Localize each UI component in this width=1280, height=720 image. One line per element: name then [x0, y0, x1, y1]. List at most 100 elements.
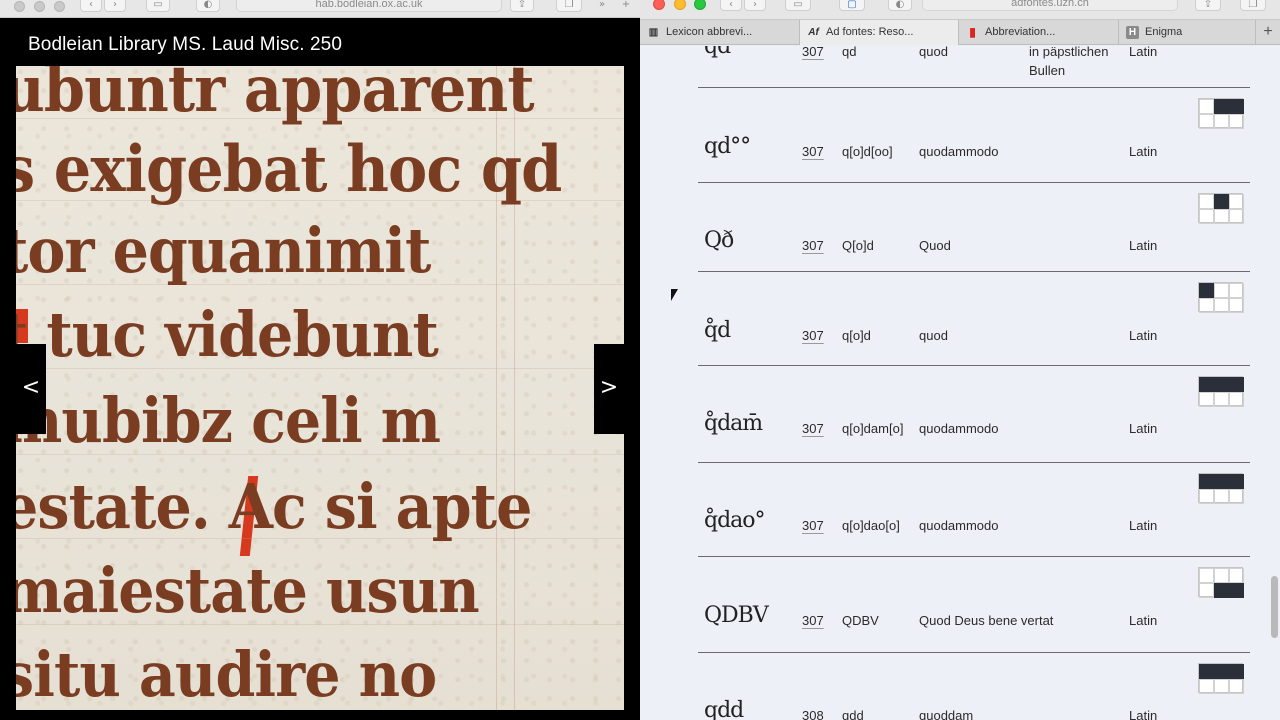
tab-lexicon[interactable]: ▥ Lexicon abbrevi... — [640, 20, 800, 45]
close-window-button[interactable] — [653, 0, 665, 10]
mouse-cursor — [671, 289, 678, 301]
sidebar-icon[interactable]: ▭ — [785, 0, 811, 11]
language-cell: Latin — [1129, 421, 1158, 436]
table-row[interactable]: Qð 307 Q[o]d Quod Latin — [698, 183, 1250, 272]
position-grid-icon — [1198, 376, 1244, 407]
language-cell: Latin — [1129, 46, 1158, 59]
grid-cell — [1229, 679, 1244, 694]
right-browser-window: ‹ › ▭ ▢ ◐ adfontes.uzh.ch ⇪ ❐ ▥ Lexicon … — [640, 0, 1280, 720]
language-cell: Latin — [1129, 518, 1158, 533]
abbreviation-cell: q[o]d[oo] — [842, 144, 893, 159]
zoom-window-button[interactable] — [54, 1, 65, 12]
grid-cell — [1199, 474, 1214, 489]
grid-cell — [1229, 568, 1244, 583]
forward-icon[interactable]: › — [744, 0, 766, 11]
grid-cell — [1199, 583, 1214, 598]
tab-label: Abbreviation... — [985, 26, 1056, 38]
resolution-cell: quodammodo — [919, 144, 999, 159]
language-cell: Latin — [1129, 328, 1158, 343]
abbreviation-image: q̊d — [704, 318, 731, 343]
previous-image-button[interactable]: < — [16, 344, 46, 434]
abbreviation-cell: qdd — [842, 708, 864, 720]
abbreviation-image: qd°° — [704, 134, 751, 159]
tabs-icon[interactable]: ❐ — [1240, 0, 1266, 11]
table-row[interactable]: qdd 308 qdd quoddam Latin — [698, 653, 1250, 720]
manuscript-line: mubibz celi m — [16, 384, 441, 457]
grid-cell — [1199, 489, 1214, 504]
grid-cell — [1214, 489, 1229, 504]
manuscript-line: ubuntr apparent — [16, 66, 535, 127]
tabs-icon[interactable]: ❐ — [556, 0, 582, 12]
page-number-link[interactable]: 307 — [802, 326, 824, 345]
manuscript-line: situ audire no — [16, 638, 437, 710]
position-grid-icon — [1198, 473, 1244, 504]
more-tabs-icon[interactable]: » — [592, 0, 612, 12]
position-grid-icon — [1198, 567, 1244, 598]
manuscript-line: maiestate usun — [16, 554, 480, 627]
page-number-link[interactable]: 307 — [802, 611, 824, 630]
abbreviation-cell: q[o]d — [842, 328, 871, 343]
page-number-link[interactable]: 307 — [802, 142, 824, 161]
page-number-link[interactable]: 307 — [802, 419, 824, 438]
abbreviation-image: Qð — [704, 228, 734, 253]
grid-cell — [1214, 377, 1229, 392]
tab-enigma[interactable]: H Enigma — [1119, 20, 1256, 45]
grid-cell — [1199, 114, 1214, 129]
tab-abbreviation[interactable]: ▮ Abbreviation... — [959, 20, 1119, 45]
address-bar[interactable]: hab.bodleian.ox.ac.uk — [236, 0, 502, 12]
page-number-link[interactable]: 307 — [802, 236, 824, 255]
grid-cell — [1214, 209, 1229, 224]
screen: ‹ › ▭ ◐ hab.bodleian.ox.ac.uk ⇪ ❐ » + Bo… — [0, 0, 1280, 720]
ad-fontes-icon: Af — [808, 27, 819, 38]
position-grid-icon — [1198, 282, 1244, 313]
resolution-cell: quod — [919, 328, 948, 343]
sidebar-icon[interactable]: ▭ — [146, 0, 170, 12]
zoom-window-button[interactable] — [694, 0, 706, 10]
address-bar[interactable]: adfontes.uzh.ch — [922, 0, 1178, 11]
manuscript-image[interactable]: ubuntr apparent s exigebat hoc qd tor equa… — [16, 66, 624, 710]
table-row[interactable]: q̊dam̄ 307 q[o]dam[o] quodammodo Latin — [698, 366, 1250, 463]
back-icon[interactable]: ‹ — [80, 0, 102, 12]
table-row[interactable]: q̊dao° 307 q[o]dao[o] quodammodo Latin — [698, 463, 1250, 557]
share-icon[interactable]: ⇪ — [1195, 0, 1221, 11]
reader-icon[interactable]: ▢ — [839, 0, 865, 11]
tab-ad-fontes[interactable]: Af Ad fontes: Reso... — [800, 20, 959, 45]
grid-cell — [1214, 114, 1229, 129]
shield-icon[interactable]: ◐ — [888, 0, 912, 11]
tab-label: Lexicon abbrevi... — [666, 26, 753, 38]
new-tab-icon[interactable]: + — [1256, 20, 1280, 45]
context-cell: in päpstlichen Bullen — [1029, 46, 1109, 78]
grid-cell — [1214, 474, 1229, 489]
grid-cell — [1214, 194, 1229, 209]
abbreviation-cell: q[o]dao[o] — [842, 518, 900, 533]
language-cell: Latin — [1129, 238, 1158, 253]
page-number-link[interactable]: 307 — [802, 516, 824, 535]
scrollbar[interactable] — [1271, 576, 1278, 638]
back-icon[interactable]: ‹ — [720, 0, 742, 11]
page-number-link[interactable]: 308 — [802, 706, 824, 720]
table-row[interactable]: q̊d 307 q[o]d quod Latin — [698, 272, 1250, 366]
table-row[interactable]: QDBV 307 QDBV Quod Deus bene vertat Latin — [698, 557, 1250, 653]
grid-cell — [1229, 194, 1244, 209]
minimize-window-button[interactable] — [674, 0, 686, 10]
next-image-button[interactable]: > — [594, 344, 624, 434]
share-icon[interactable]: ⇪ — [510, 0, 534, 12]
forward-icon[interactable]: › — [104, 0, 126, 12]
resolution-cell: quod — [919, 46, 948, 59]
new-tab-icon[interactable]: + — [616, 0, 636, 12]
shield-icon[interactable]: ◐ — [196, 0, 220, 12]
grid-cell — [1229, 209, 1244, 224]
grid-cell — [1214, 298, 1229, 313]
tab-bar: ▥ Lexicon abbrevi... Af Ad fontes: Reso.… — [640, 20, 1280, 45]
grid-cell — [1229, 283, 1244, 298]
minimize-window-button[interactable] — [34, 1, 45, 12]
abbreviation-cell: qd — [842, 46, 857, 59]
page-number-link[interactable]: 307 — [802, 46, 824, 61]
manuscript-line: estate. Ac si apte — [16, 470, 532, 543]
close-window-button[interactable] — [14, 1, 25, 12]
language-cell: Latin — [1129, 708, 1158, 720]
abbreviation-cell: Q[o]d — [842, 238, 874, 253]
table-row[interactable]: qd°° 307 q[o]d[oo] quodammodo Latin — [698, 88, 1250, 183]
abbreviation-image: qdd — [704, 698, 744, 720]
table-row[interactable]: qd 307 qd quod in päpstlichen Bullen Latin — [698, 46, 1250, 88]
